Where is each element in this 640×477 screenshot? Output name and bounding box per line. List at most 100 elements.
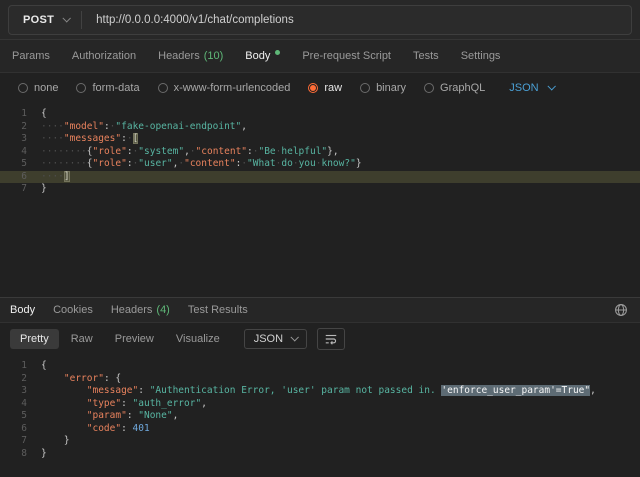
url-container: POST http://0.0.0.0:4000/v1/chat/complet… xyxy=(8,5,632,35)
code-token: "content" xyxy=(196,146,247,157)
chevron-down-icon xyxy=(547,82,555,90)
code-token: helpful" xyxy=(281,146,327,157)
request-body-editor[interactable]: 1 {2····"model":·"fake-openai-endpoint",3… xyxy=(0,103,640,297)
code-token: }, xyxy=(327,146,338,157)
network-globe-icon[interactable] xyxy=(612,301,630,319)
code-line-content: "param": "None", xyxy=(27,410,178,421)
radio-icon xyxy=(360,83,370,93)
line-number: 6 xyxy=(0,423,27,436)
radio-selected-icon xyxy=(308,83,318,93)
code-line-content: "code": 401 xyxy=(27,423,150,434)
code-token: "user" xyxy=(138,158,172,169)
code-token: "message" xyxy=(87,385,138,396)
wrap-lines-icon xyxy=(324,332,338,346)
code-token: ···· xyxy=(41,121,64,132)
body-format-selector[interactable]: JSON xyxy=(509,82,553,94)
code-line-content: } xyxy=(27,183,47,194)
code-token: 'enforce_user_param'=True" xyxy=(441,385,590,396)
response-tab-test-results[interactable]: Test Results xyxy=(188,304,248,316)
radio-label: x-www-form-urlencoded xyxy=(174,82,291,94)
code-line-content: { xyxy=(27,108,47,119)
code-token: ···· xyxy=(41,133,64,144)
line-number: 7 xyxy=(0,435,27,448)
code-token: , xyxy=(201,398,207,409)
line-number: 3 xyxy=(0,385,27,398)
code-token: "code" xyxy=(87,423,121,434)
code-line-content: } xyxy=(27,448,47,459)
code-line: 7} xyxy=(0,183,640,196)
code-token xyxy=(41,398,87,409)
code-token: "role" xyxy=(93,146,127,157)
tab-authorization[interactable]: Authorization xyxy=(72,50,136,62)
bodytype-urlencoded[interactable]: x-www-form-urlencoded xyxy=(158,82,291,94)
radio-label: none xyxy=(34,82,58,94)
bodytype-none[interactable]: none xyxy=(18,82,58,94)
request-url-bar: POST http://0.0.0.0:4000/v1/chat/complet… xyxy=(0,0,640,40)
method-selector[interactable]: POST xyxy=(9,6,79,34)
code-line: 6····] xyxy=(0,171,640,184)
code-line: 4········{"role":·"system",·"content":·"… xyxy=(0,146,640,159)
line-number: 7 xyxy=(0,183,27,196)
code-line: 6 "code": 401 xyxy=(0,423,640,436)
radio-icon xyxy=(18,83,28,93)
code-line: 5········{"role":·"user",·"content":·"Wh… xyxy=(0,158,640,171)
code-line: 7 } xyxy=(0,435,640,448)
code-token xyxy=(41,410,87,421)
code-line-content: "type": "auth_error", xyxy=(27,398,207,409)
code-line-content: { xyxy=(27,360,47,371)
code-token: : xyxy=(121,398,132,409)
response-toolbar: Pretty Raw Preview Visualize JSON xyxy=(0,323,640,355)
response-tab-cookies[interactable]: Cookies xyxy=(53,304,93,316)
view-raw-button[interactable]: Raw xyxy=(61,329,103,349)
code-token: } xyxy=(41,448,47,459)
code-token: "fake-openai-endpoint" xyxy=(115,121,241,132)
code-token: { xyxy=(41,108,47,119)
url-input[interactable]: http://0.0.0.0:4000/v1/chat/completions xyxy=(84,14,631,26)
bodytype-graphql[interactable]: GraphQL xyxy=(424,82,485,94)
bodytype-binary[interactable]: binary xyxy=(360,82,406,94)
radio-icon xyxy=(424,83,434,93)
bodytype-form-data[interactable]: form-data xyxy=(76,82,139,94)
code-token: "param" xyxy=(87,410,127,421)
modified-dot-icon xyxy=(275,50,280,55)
code-token: , xyxy=(241,121,247,132)
tab-prerequest-script[interactable]: Pre-request Script xyxy=(302,50,391,62)
response-tab-headers[interactable]: Headers (4) xyxy=(111,304,170,316)
code-line: 2····"model":·"fake-openai-endpoint", xyxy=(0,121,640,134)
code-token: know?" xyxy=(321,158,355,169)
code-token: } xyxy=(356,158,362,169)
code-token: ] xyxy=(64,171,70,182)
tab-params[interactable]: Params xyxy=(12,50,50,62)
line-number: 4 xyxy=(0,398,27,411)
wrap-lines-button[interactable] xyxy=(317,328,345,350)
chevron-down-icon xyxy=(291,333,299,341)
code-token: [ xyxy=(133,133,139,144)
code-line: 8} xyxy=(0,448,640,461)
code-line-content: ····"model":·"fake-openai-endpoint", xyxy=(27,121,247,132)
code-token: · xyxy=(127,133,133,144)
view-visualize-button[interactable]: Visualize xyxy=(166,329,230,349)
tab-body[interactable]: Body xyxy=(245,50,280,62)
code-line: 3····"messages":·[ xyxy=(0,133,640,146)
code-token: do xyxy=(281,158,292,169)
response-body-editor[interactable]: 1{2 "error": {3 "message": "Authenticati… xyxy=(0,355,640,460)
code-line-content: ····"messages":·[ xyxy=(27,133,138,144)
tab-headers[interactable]: Headers (10) xyxy=(158,50,223,62)
radio-label: raw xyxy=(324,82,342,94)
bodytype-raw[interactable]: raw xyxy=(308,82,342,94)
code-line-content: "error": { xyxy=(27,373,121,384)
line-number: 6 xyxy=(0,171,27,184)
line-number: 1 xyxy=(0,108,27,121)
code-token: you xyxy=(299,158,316,169)
response-format-selector[interactable]: JSON xyxy=(244,329,307,349)
method-label: POST xyxy=(23,14,54,26)
line-number: 8 xyxy=(0,448,27,461)
tab-label: Body xyxy=(245,50,270,62)
radio-label: binary xyxy=(376,82,406,94)
view-preview-button[interactable]: Preview xyxy=(105,329,164,349)
view-pretty-button[interactable]: Pretty xyxy=(10,329,59,349)
tab-settings[interactable]: Settings xyxy=(461,50,501,62)
response-tab-body[interactable]: Body xyxy=(10,304,35,316)
tab-tests[interactable]: Tests xyxy=(413,50,439,62)
code-token: "What xyxy=(247,158,276,169)
